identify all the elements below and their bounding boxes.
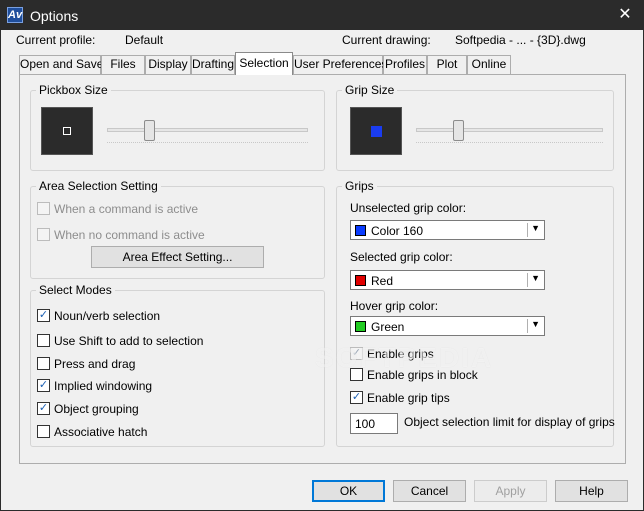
associative-hatch-checkbox[interactable] (37, 425, 50, 438)
grips-title: Grips (342, 179, 377, 193)
current-drawing-label: Current drawing: (342, 33, 431, 47)
area-selection-group: Area Selection Setting When a command is… (30, 179, 325, 279)
grip-size-marker (371, 126, 382, 137)
current-drawing-value: Softpedia - ... - {3D}.dwg (455, 33, 586, 47)
select-modes-title: Select Modes (36, 283, 115, 297)
app-icon: Av (7, 7, 23, 23)
close-icon[interactable]: ✕ (615, 4, 635, 26)
combo-separator (527, 273, 528, 287)
selected-grip-color-select[interactable]: Red ▼ (350, 270, 545, 290)
associative-hatch-label: Associative hatch (54, 425, 148, 439)
unselected-grip-color-value: Color 160 (371, 224, 424, 238)
options-dialog: Av Options ✕ Current profile: Default Cu… (0, 0, 644, 511)
pickbox-size-group: Pickbox Size (30, 83, 325, 171)
enable-grip-tips-checkbox[interactable]: ✓ (350, 391, 363, 404)
when-no-command-active-label: When no command is active (54, 228, 205, 242)
selected-grip-color-value: Red (371, 274, 394, 288)
when-no-command-active-checkbox[interactable] (37, 228, 50, 241)
red-swatch (355, 275, 366, 286)
pickbox-size-title: Pickbox Size (36, 83, 111, 97)
hover-grip-color-value: Green (371, 320, 405, 334)
tab-open-and-save[interactable]: Open and Save (19, 55, 103, 74)
grip-size-slider-ticks (416, 142, 603, 143)
combo-separator (527, 223, 528, 237)
grip-size-title: Grip Size (342, 83, 398, 97)
chevron-down-icon: ▼ (531, 273, 540, 283)
tab-drafting[interactable]: Drafting (191, 55, 235, 74)
when-command-active-checkbox[interactable] (37, 202, 50, 215)
noun-verb-selection-checkbox[interactable]: ✓ (37, 309, 50, 322)
pickbox-preview (41, 107, 93, 155)
selection-tab-pane: Pickbox Size Grip Size Area Selection Se… (19, 74, 626, 464)
hover-grip-color-label: Hover grip color: (350, 299, 439, 313)
chevron-down-icon: ▼ (531, 223, 540, 233)
enable-grip-tips-label: Enable grip tips (367, 391, 450, 405)
grip-size-preview (350, 107, 402, 155)
tab-files[interactable]: Files (101, 55, 145, 74)
selected-grip-color-label: Selected grip color: (350, 250, 453, 264)
area-effect-setting-button[interactable]: Area Effect Setting... (91, 246, 264, 268)
grip-size-slider-track[interactable] (416, 128, 603, 132)
unselected-grip-color-label: Unselected grip color: (350, 201, 467, 215)
grip-size-group: Grip Size (336, 83, 614, 171)
grip-limit-input[interactable]: 100 (350, 413, 398, 434)
implied-windowing-checkbox[interactable]: ✓ (37, 379, 50, 392)
help-button[interactable]: Help (555, 480, 628, 502)
tab-profiles[interactable]: Profiles (383, 55, 427, 74)
pickbox-slider-ticks (107, 142, 308, 143)
title-bar: Av Options ✕ (1, 1, 643, 30)
ok-button[interactable]: OK (312, 480, 385, 502)
pickbox-slider-track[interactable] (107, 128, 308, 132)
window-title: Options (30, 8, 79, 24)
grips-group: Grips Unselected grip color: Color 160 ▼… (336, 179, 615, 447)
use-shift-checkbox[interactable] (37, 334, 50, 347)
hover-grip-color-select[interactable]: Green ▼ (350, 316, 545, 336)
green-swatch (355, 321, 366, 332)
color160-swatch (355, 225, 366, 236)
softpedia-watermark: SOFTPEDIA (315, 342, 494, 373)
unselected-grip-color-select[interactable]: Color 160 ▼ (350, 220, 545, 240)
noun-verb-selection-label: Noun/verb selection (54, 309, 161, 323)
use-shift-label: Use Shift to add to selection (54, 334, 204, 348)
area-selection-title: Area Selection Setting (36, 179, 161, 193)
tab-plot[interactable]: Plot (427, 55, 467, 74)
tab-display[interactable]: Display (145, 55, 191, 74)
object-grouping-checkbox[interactable]: ✓ (37, 402, 50, 415)
current-profile-value: Default (125, 33, 164, 47)
cancel-button[interactable]: Cancel (393, 480, 466, 502)
pickbox-marker (63, 127, 71, 135)
implied-windowing-label: Implied windowing (54, 379, 153, 393)
grip-limit-label: Object selection limit for display of gr… (404, 415, 615, 429)
tab-selection[interactable]: Selection (235, 52, 293, 75)
apply-button[interactable]: Apply (474, 480, 547, 502)
when-command-active-label: When a command is active (54, 202, 199, 216)
grip-size-slider-thumb[interactable] (453, 120, 464, 141)
press-and-drag-label: Press and drag (54, 357, 136, 371)
current-profile-label: Current profile: (16, 33, 96, 47)
pickbox-slider-thumb[interactable] (144, 120, 155, 141)
select-modes-group: Select Modes ✓ Noun/verb selection Use S… (30, 283, 325, 447)
tab-user-preferences[interactable]: User Preferences (293, 55, 387, 74)
chevron-down-icon: ▼ (531, 319, 540, 329)
combo-separator (527, 319, 528, 333)
object-grouping-label: Object grouping (54, 402, 139, 416)
press-and-drag-checkbox[interactable] (37, 357, 50, 370)
tab-online[interactable]: Online (467, 55, 511, 74)
